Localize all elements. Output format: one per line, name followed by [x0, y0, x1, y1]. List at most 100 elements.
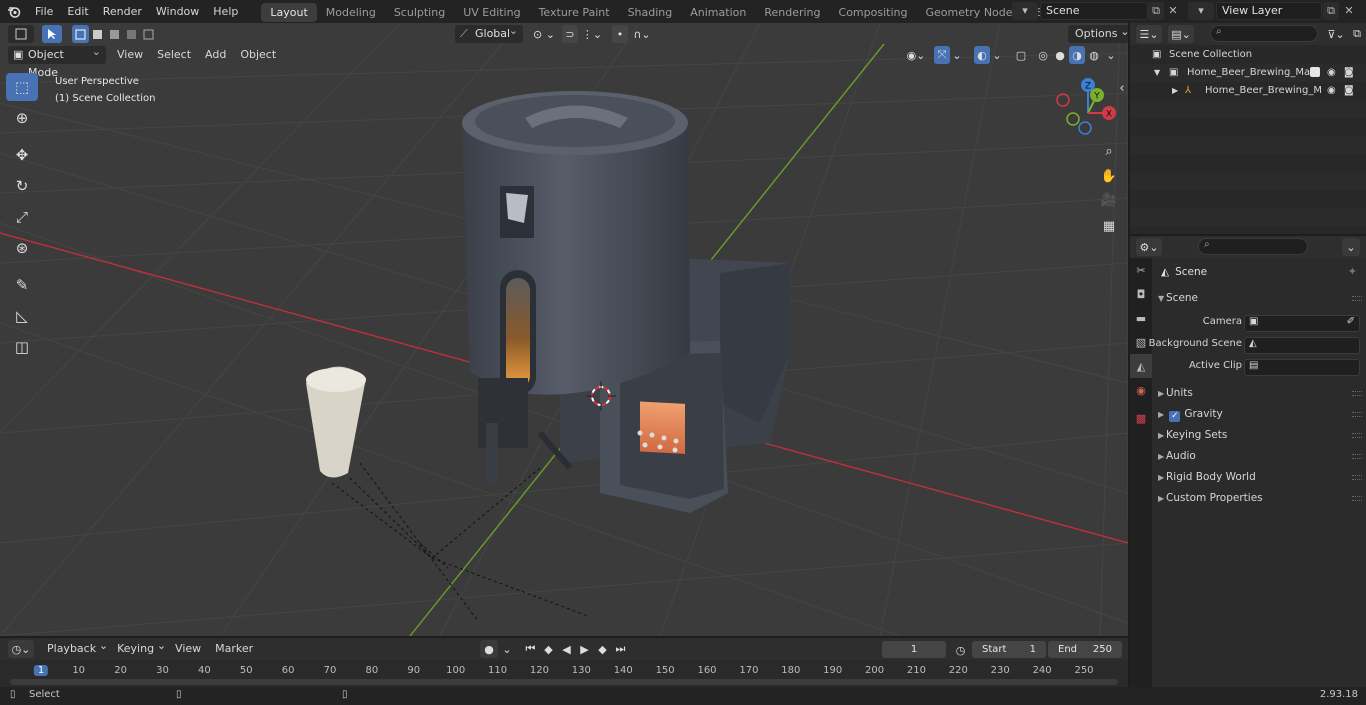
pan-view-icon[interactable]: ✋: [1097, 165, 1121, 187]
properties-editor-type-icon[interactable]: ⚙⌄: [1136, 238, 1162, 256]
delete-view-layer-icon[interactable]: ✕: [1341, 2, 1357, 20]
menu-help[interactable]: Help: [206, 0, 245, 23]
tree-row-object[interactable]: ▶ ⅄ Home_Beer_Brewing_Ma ◉ ◙: [1130, 82, 1366, 100]
solid-shading-icon[interactable]: ●: [1052, 46, 1068, 64]
scene-browse-icon[interactable]: ▾: [1012, 2, 1038, 20]
play-icon[interactable]: ▶: [576, 640, 593, 658]
menu-edit[interactable]: Edit: [60, 0, 95, 23]
jump-end-icon[interactable]: ⏭: [612, 640, 629, 658]
timeline-scrollbar[interactable]: [10, 679, 1118, 685]
options-dropdown[interactable]: Options ⌄: [1068, 25, 1128, 43]
transform-tool-icon[interactable]: ⊛: [6, 234, 38, 262]
exclude-checkbox[interactable]: [1310, 67, 1320, 77]
tab-rendering[interactable]: Rendering: [755, 3, 829, 22]
auto-keying-icon[interactable]: ●: [480, 640, 498, 658]
eye-icon[interactable]: ◉: [1327, 64, 1336, 82]
menu-window[interactable]: Window: [149, 0, 206, 23]
end-frame-field[interactable]: End 250: [1048, 641, 1122, 658]
menu-render[interactable]: Render: [96, 0, 149, 23]
drag-handle[interactable]: [1352, 412, 1362, 417]
jump-start-icon[interactable]: ⏮: [522, 640, 539, 658]
pin-icon[interactable]: ✦: [1348, 265, 1357, 278]
delete-scene-icon[interactable]: ✕: [1165, 2, 1181, 20]
tab-texture-paint[interactable]: Texture Paint: [530, 3, 619, 22]
shading-dropdown-icon[interactable]: ⌄: [1104, 46, 1118, 64]
zoom-view-icon[interactable]: ⌕: [1097, 140, 1121, 162]
scene-tab-icon[interactable]: ◭: [1130, 354, 1152, 378]
tab-geometry-nodes[interactable]: Geometry Nodes: [916, 3, 1027, 22]
menu-add[interactable]: Add: [198, 46, 233, 64]
properties-options-icon[interactable]: ⌄: [1342, 238, 1360, 256]
rotate-tool-icon[interactable]: ↻: [6, 172, 38, 200]
menu-file[interactable]: File: [28, 0, 60, 23]
select-mode-subtract-icon[interactable]: [106, 25, 123, 43]
keying-sets-panel[interactable]: ▶ Keying Sets: [1152, 425, 1366, 446]
display-mode-icon[interactable]: ▤⌄: [1168, 25, 1194, 43]
tab-shading[interactable]: Shading: [619, 3, 682, 22]
xray-toggle-icon[interactable]: ▢: [1013, 46, 1029, 64]
gravity-panel[interactable]: ▶ ✓ Gravity: [1152, 404, 1366, 425]
camera-field[interactable]: ▣ ✐: [1244, 315, 1360, 332]
scene-name-field[interactable]: Scene: [1040, 2, 1148, 20]
keying-dropdown-icon[interactable]: ⌄: [500, 640, 514, 658]
tab-sculpting[interactable]: Sculpting: [385, 3, 454, 22]
eyedropper-icon[interactable]: ✐: [1347, 316, 1355, 327]
current-frame-field[interactable]: 1: [882, 641, 946, 658]
marker-menu[interactable]: Marker: [208, 640, 260, 658]
tab-uv-editing[interactable]: UV Editing: [454, 3, 529, 22]
wireframe-shading-icon[interactable]: ◎: [1035, 46, 1051, 64]
world-tab-icon[interactable]: ◉: [1130, 378, 1152, 402]
custom-properties-panel[interactable]: ▶ Custom Properties: [1152, 488, 1366, 509]
select-box-tool-icon[interactable]: ⬚: [6, 73, 38, 101]
rigid-body-world-panel[interactable]: ▶ Rigid Body World: [1152, 467, 1366, 488]
transform-orientation-dropdown[interactable]: ⟋ Global: [455, 23, 523, 43]
stopwatch-icon[interactable]: ◷: [952, 641, 969, 659]
select-mode-extend-icon[interactable]: [89, 25, 106, 43]
camera-render-icon[interactable]: ◙: [1344, 64, 1354, 82]
overlay-dropdown-icon[interactable]: ⌄: [991, 46, 1003, 64]
rendered-shading-icon[interactable]: ◍: [1086, 46, 1102, 64]
annotate-tool-icon[interactable]: ✎: [6, 271, 38, 299]
filter-icon[interactable]: ⊽⌄: [1324, 25, 1348, 43]
snap-target-icon[interactable]: ⋮⌄: [580, 25, 604, 43]
move-tool-icon[interactable]: ✥: [6, 141, 38, 169]
render-tab-icon[interactable]: ◘: [1130, 282, 1152, 306]
units-panel[interactable]: ▶ Units: [1152, 383, 1366, 404]
material-preview-shading-icon[interactable]: ◑: [1069, 46, 1085, 64]
start-frame-field[interactable]: Start 1: [972, 641, 1046, 658]
gizmo-dropdown-icon[interactable]: ⌄: [951, 46, 963, 64]
object-mode-dropdown[interactable]: ▣ Object Mode: [8, 43, 106, 79]
editor-type-icon[interactable]: [8, 25, 34, 43]
sidebar-toggle-icon[interactable]: ‹: [1116, 77, 1128, 99]
view-layer-browse-icon[interactable]: ▾: [1188, 2, 1214, 20]
drag-handle[interactable]: [1352, 496, 1362, 501]
output-tab-icon[interactable]: ▬: [1130, 306, 1152, 330]
timeline-view-menu[interactable]: View: [168, 640, 208, 658]
audio-panel[interactable]: ▶ Audio: [1152, 446, 1366, 467]
expand-arrow-icon[interactable]: ▶: [1172, 82, 1178, 100]
tab-modeling[interactable]: Modeling: [317, 3, 385, 22]
proportional-edit-icon[interactable]: •: [612, 25, 628, 43]
select-tool-icon[interactable]: [42, 25, 62, 43]
tool-tab-icon[interactable]: ✂: [1130, 258, 1152, 282]
cursor-tool-icon[interactable]: ⊕: [6, 104, 38, 132]
expand-arrow-icon[interactable]: ▼: [1154, 64, 1160, 82]
view-layer-field[interactable]: View Layer: [1216, 2, 1322, 20]
tab-layout[interactable]: Layout: [261, 3, 317, 22]
select-mode-new-icon[interactable]: [72, 25, 89, 43]
texture-tab-icon[interactable]: ▩: [1130, 406, 1152, 430]
tab-animation[interactable]: Animation: [681, 3, 755, 22]
select-mode-intersect-icon[interactable]: [140, 25, 157, 43]
visibility-filter-icon[interactable]: ◉⌄: [904, 46, 928, 64]
drag-handle[interactable]: [1352, 475, 1362, 480]
drag-handle[interactable]: [1352, 433, 1362, 438]
blender-logo-icon[interactable]: [0, 0, 28, 23]
gizmo-toggle-icon[interactable]: ⤧: [934, 46, 950, 64]
tree-row-scene-collection[interactable]: ▣ Scene Collection: [1130, 46, 1366, 64]
new-collection-icon[interactable]: ⧉: [1350, 25, 1364, 43]
new-scene-icon[interactable]: ⧉: [1148, 2, 1164, 20]
3d-viewport[interactable]: ⟋ Global ⊙ ⌄ ⊃ ⋮⌄ • ∩⌄ Options ⌄ ▣ Objec…: [0, 23, 1128, 636]
menu-object[interactable]: Object: [233, 46, 283, 64]
pivot-point-icon[interactable]: ⊙ ⌄: [530, 25, 558, 43]
drag-handle[interactable]: [1352, 454, 1362, 459]
